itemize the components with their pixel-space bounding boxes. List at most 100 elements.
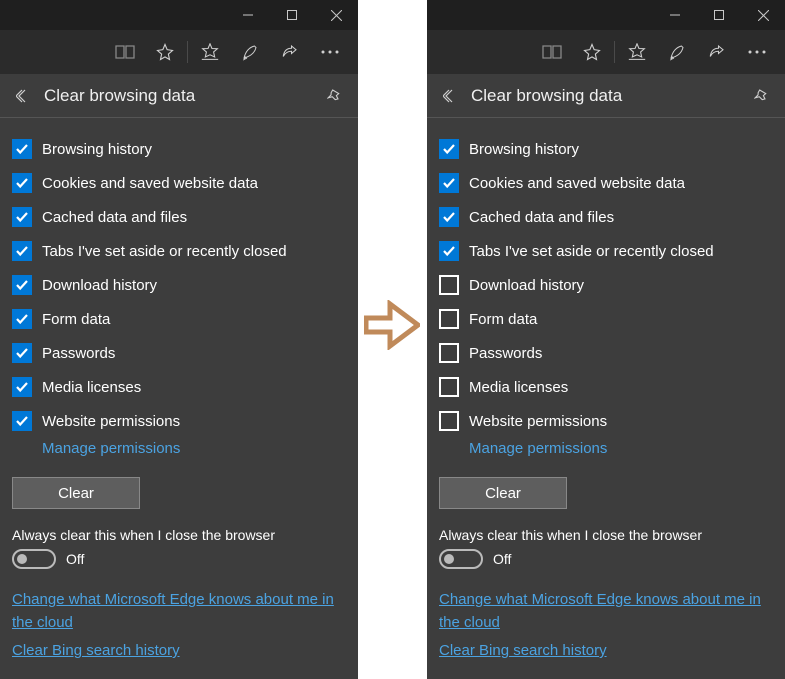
checkbox-label: Passwords: [469, 345, 542, 362]
share-icon[interactable]: [697, 30, 737, 74]
checkbox-label: Download history: [469, 277, 584, 294]
panel-body: Browsing history Cookies and saved websit…: [0, 118, 358, 663]
favorites-list-icon[interactable]: [617, 30, 657, 74]
always-clear-toggle-row: Off: [439, 549, 773, 569]
panel-header: Clear browsing data: [427, 74, 785, 118]
reading-view-icon[interactable]: [532, 30, 572, 74]
checkbox[interactable]: [12, 241, 32, 261]
panel-header: Clear browsing data: [0, 74, 358, 118]
manage-permissions-link[interactable]: Manage permissions: [469, 440, 607, 457]
checkbox[interactable]: [12, 411, 32, 431]
checkbox[interactable]: [439, 207, 459, 227]
pin-button[interactable]: [324, 85, 346, 107]
maximize-button[interactable]: [697, 0, 741, 30]
manage-permissions-row: Manage permissions: [42, 438, 346, 467]
pen-icon[interactable]: [230, 30, 270, 74]
manage-permissions-row: Manage permissions: [469, 438, 773, 467]
checkbox[interactable]: [12, 377, 32, 397]
panel-title: Clear browsing data: [44, 86, 324, 106]
checkbox[interactable]: [439, 241, 459, 261]
checkbox[interactable]: [12, 275, 32, 295]
checkbox[interactable]: [439, 411, 459, 431]
checkbox-label: Tabs I've set aside or recently closed: [469, 243, 714, 260]
toolbar: [427, 30, 785, 74]
checkbox-label: Form data: [469, 311, 537, 328]
clear-button[interactable]: Clear: [12, 477, 140, 509]
checkbox-label: Browsing history: [42, 141, 152, 158]
bing-link[interactable]: Clear Bing search history: [439, 640, 607, 663]
checkbox-row: Cached data and files: [439, 200, 773, 234]
close-button[interactable]: [741, 0, 785, 30]
favorites-list-icon[interactable]: [190, 30, 230, 74]
checkbox-row: Form data: [439, 302, 773, 336]
checkbox[interactable]: [439, 139, 459, 159]
toggle-state-label: Off: [493, 551, 511, 567]
always-clear-toggle[interactable]: [12, 549, 56, 569]
titlebar: [0, 0, 358, 30]
checkbox[interactable]: [12, 343, 32, 363]
checkbox[interactable]: [12, 173, 32, 193]
more-icon[interactable]: [310, 30, 350, 74]
favorite-star-icon[interactable]: [145, 30, 185, 74]
always-clear-label: Always clear this when I close the brows…: [12, 527, 346, 543]
manage-permissions-link[interactable]: Manage permissions: [42, 440, 180, 457]
toggle-state-label: Off: [66, 551, 84, 567]
checkbox[interactable]: [12, 207, 32, 227]
checkbox-label: Form data: [42, 311, 110, 328]
checkbox[interactable]: [12, 309, 32, 329]
checkbox-label: Website permissions: [42, 413, 180, 430]
favorite-star-icon[interactable]: [572, 30, 612, 74]
checkbox-label: Cookies and saved website data: [469, 175, 685, 192]
back-button[interactable]: [12, 85, 34, 107]
clear-button[interactable]: Clear: [439, 477, 567, 509]
cloud-link[interactable]: Change what Microsoft Edge knows about m…: [12, 589, 346, 634]
clear-button-label: Clear: [485, 485, 521, 502]
checkbox-label: Passwords: [42, 345, 115, 362]
checkbox-row: Browsing history: [12, 132, 346, 166]
close-button[interactable]: [314, 0, 358, 30]
checkbox-list: Browsing history Cookies and saved websit…: [439, 132, 773, 438]
maximize-button[interactable]: [270, 0, 314, 30]
minimize-button[interactable]: [226, 0, 270, 30]
bing-link[interactable]: Clear Bing search history: [12, 640, 180, 663]
arrow-between-icon: [364, 300, 420, 350]
checkbox[interactable]: [439, 275, 459, 295]
checkbox-row: Tabs I've set aside or recently closed: [439, 234, 773, 268]
panel-title: Clear browsing data: [471, 86, 751, 106]
checkbox-label: Cached data and files: [42, 209, 187, 226]
always-clear-toggle-row: Off: [12, 549, 346, 569]
checkbox-row: Download history: [12, 268, 346, 302]
checkbox-row: Website permissions: [12, 404, 346, 438]
share-icon[interactable]: [270, 30, 310, 74]
reading-view-icon[interactable]: [105, 30, 145, 74]
checkbox-list: Browsing history Cookies and saved websit…: [12, 132, 346, 438]
checkbox-row: Download history: [439, 268, 773, 302]
checkbox-row: Form data: [12, 302, 346, 336]
checkbox-row: Passwords: [439, 336, 773, 370]
checkbox-row: Browsing history: [439, 132, 773, 166]
checkbox-row: Cached data and files: [12, 200, 346, 234]
window-after: Clear browsing data Browsing history Cook…: [427, 0, 785, 679]
checkbox[interactable]: [439, 173, 459, 193]
checkbox-row: Media licenses: [12, 370, 346, 404]
pen-icon[interactable]: [657, 30, 697, 74]
more-icon[interactable]: [737, 30, 777, 74]
checkbox[interactable]: [439, 309, 459, 329]
checkbox-row: Cookies and saved website data: [12, 166, 346, 200]
back-button[interactable]: [439, 85, 461, 107]
checkbox[interactable]: [439, 343, 459, 363]
checkbox-row: Website permissions: [439, 404, 773, 438]
checkbox[interactable]: [12, 139, 32, 159]
always-clear-toggle[interactable]: [439, 549, 483, 569]
always-clear-label: Always clear this when I close the brows…: [439, 527, 773, 543]
minimize-button[interactable]: [653, 0, 697, 30]
checkbox-label: Website permissions: [469, 413, 607, 430]
window-before: Clear browsing data Browsing history Cook…: [0, 0, 358, 679]
pin-button[interactable]: [751, 85, 773, 107]
checkbox-label: Cookies and saved website data: [42, 175, 258, 192]
checkbox-row: Cookies and saved website data: [439, 166, 773, 200]
checkbox[interactable]: [439, 377, 459, 397]
cloud-link[interactable]: Change what Microsoft Edge knows about m…: [439, 589, 773, 634]
checkbox-row: Passwords: [12, 336, 346, 370]
toolbar: [0, 30, 358, 74]
